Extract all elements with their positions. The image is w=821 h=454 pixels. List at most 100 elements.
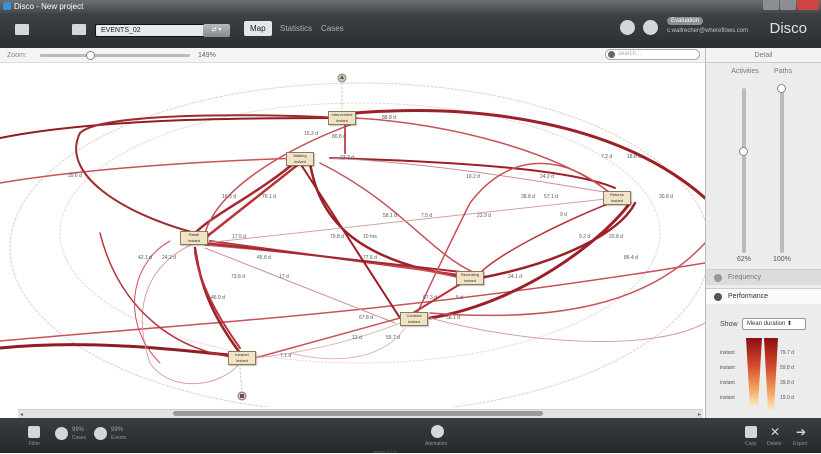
search-input[interactable]: search... — [605, 49, 700, 60]
svg-text:58.1 d: 58.1 d — [446, 315, 460, 321]
cases-percent: 99% — [72, 427, 85, 433]
scroll-left-icon[interactable]: ◂ — [20, 411, 23, 418]
close-button[interactable] — [797, 0, 819, 10]
search-placeholder: search... — [618, 51, 642, 57]
svg-text:76.1 d: 76.1 d — [262, 194, 276, 200]
zoom-slider[interactable] — [40, 51, 190, 60]
horizontal-scrollbar[interactable]: ◂ ▸ — [18, 409, 703, 418]
version-text: version 1.7.0 — [373, 449, 396, 454]
legend-label: instant — [720, 365, 735, 371]
chat-bubble-icon[interactable] — [643, 20, 658, 35]
metric-select[interactable]: Mean duration ⬍ — [742, 318, 806, 330]
animation-play-icon[interactable] — [431, 425, 444, 438]
activity-node-returns[interactable]: Returns instant — [603, 191, 631, 205]
svg-text:73.8 d: 73.8 d — [231, 274, 245, 280]
activity-node-contract[interactable]: Contract instant — [400, 312, 428, 326]
map-outer-edge — [59, 102, 661, 364]
svg-text:58.1 d: 58.1 d — [383, 213, 397, 219]
frequency-tab[interactable]: Frequency — [706, 269, 821, 285]
svg-text:67.3 d: 67.3 d — [423, 295, 437, 301]
performance-tab[interactable]: Performance — [706, 288, 821, 304]
paths-percent: 100% — [773, 256, 791, 263]
performance-label: Performance — [728, 293, 769, 300]
svg-text:24.2 d: 24.2 d — [540, 174, 554, 180]
svg-text:39.6 d: 39.6 d — [68, 173, 82, 179]
legend-label: instant — [720, 350, 735, 356]
zoom-slider-knob[interactable] — [86, 51, 95, 60]
edge — [319, 162, 476, 274]
svg-text:7.5 d: 7.5 d — [421, 213, 432, 219]
tab-map[interactable]: Map — [244, 21, 272, 36]
events-pie-icon — [94, 427, 107, 440]
svg-text:30.8 d: 30.8 d — [659, 194, 673, 200]
svg-text:18.8 d: 18.8 d — [627, 154, 641, 160]
zoom-value: 149% — [198, 52, 216, 59]
activity-node-intervenient[interactable]: Intervenient instant — [328, 111, 356, 125]
edge — [204, 197, 616, 244]
svg-text:38.8 d: 38.8 d — [521, 194, 535, 200]
dataset-options-button[interactable]: ⇄ ▾ — [203, 24, 230, 37]
edge — [299, 162, 401, 319]
node-duration: instant — [611, 198, 623, 203]
legend-label: instant — [720, 380, 735, 386]
svg-text:7.1 d: 7.1 d — [280, 353, 291, 359]
edge — [353, 109, 705, 200]
svg-text:23.9 d: 23.9 d — [477, 213, 491, 219]
user-email: c.wallrecher@whereflows.com — [667, 28, 749, 34]
map-outer-edge — [9, 82, 705, 407]
brand-logo: Disco — [769, 20, 807, 37]
zoom-bar: Zoom: 149% — [0, 48, 705, 63]
filter-funnel-icon[interactable] — [28, 426, 40, 438]
animation-label: Animation — [425, 441, 448, 447]
svg-text:24.2 d: 24.2 d — [162, 255, 176, 261]
scrollbar-thumb[interactable] — [173, 411, 543, 416]
filter-label: Filter — [29, 441, 41, 447]
activity-node-recruiting[interactable]: Recruiting instant — [456, 271, 484, 285]
svg-text:10 hrs: 10 hrs — [363, 234, 377, 240]
settings-gear-icon[interactable] — [620, 20, 635, 35]
activity-node-retail[interactable]: Retail instant — [180, 231, 208, 245]
process-map-canvas[interactable]: 88.8 d 15.2 d 22.2 d 39.6 d 80.8 d 76.1 … — [0, 63, 705, 407]
tab-statistics[interactable]: Statistics — [280, 24, 312, 33]
export-label: Export — [793, 441, 808, 447]
node-duration: instant — [336, 118, 348, 123]
svg-text:77.6 d: 77.6 d — [363, 255, 377, 261]
svg-text:10.2 d: 10.2 d — [466, 174, 480, 180]
detail-header: Detail — [706, 48, 821, 63]
svg-text:46.9 d: 46.9 d — [211, 295, 225, 301]
tab-cases[interactable]: Cases — [321, 24, 344, 33]
edge — [254, 317, 401, 359]
main-toolbar: EVENTS_02 ⇄ ▾ Map Statistics Cases Evalu… — [0, 13, 821, 48]
dataset-stack-icon[interactable] — [72, 24, 86, 35]
activity-node-waiting[interactable]: Waiting instant — [286, 152, 314, 166]
edge — [0, 117, 341, 139]
delete-x-icon[interactable]: ✕ — [770, 426, 782, 438]
minimize-button[interactable] — [763, 0, 779, 10]
legend-value: 39.8 d — [780, 380, 794, 386]
paths-slider-knob[interactable] — [777, 84, 786, 93]
edge — [329, 157, 616, 189]
delete-label: Delete — [767, 441, 782, 447]
performance-clock-icon — [714, 293, 722, 301]
svg-text:67.8 d: 67.8 d — [359, 315, 373, 321]
open-folder-icon[interactable] — [15, 24, 29, 35]
disco-app-icon — [3, 2, 11, 10]
end-edge — [239, 367, 243, 392]
activities-slider[interactable] — [739, 88, 748, 253]
user-badge: Evaluation — [667, 17, 704, 25]
activities-slider-knob[interactable] — [739, 146, 748, 156]
svg-text:7.2 d: 7.2 d — [601, 154, 612, 160]
svg-text:15.2 d: 15.2 d — [304, 131, 318, 137]
copy-icon[interactable] — [745, 426, 757, 438]
export-arrow-icon[interactable]: ➔ — [796, 426, 808, 438]
dataset-selector[interactable]: EVENTS_02 — [95, 24, 215, 37]
svg-text:80.8 d: 80.8 d — [332, 134, 346, 140]
svg-text:17 d: 17 d — [279, 274, 289, 280]
maximize-button[interactable] — [780, 0, 796, 10]
activity-node-intranet[interactable]: Intranet instant — [228, 351, 256, 365]
svg-text:88.8 d: 88.8 d — [382, 115, 396, 121]
svg-text:20.8 d: 20.8 d — [609, 234, 623, 240]
scroll-right-icon[interactable]: ▸ — [698, 411, 701, 418]
paths-slider[interactable] — [777, 84, 786, 253]
svg-text:22.2 d: 22.2 d — [340, 155, 354, 161]
